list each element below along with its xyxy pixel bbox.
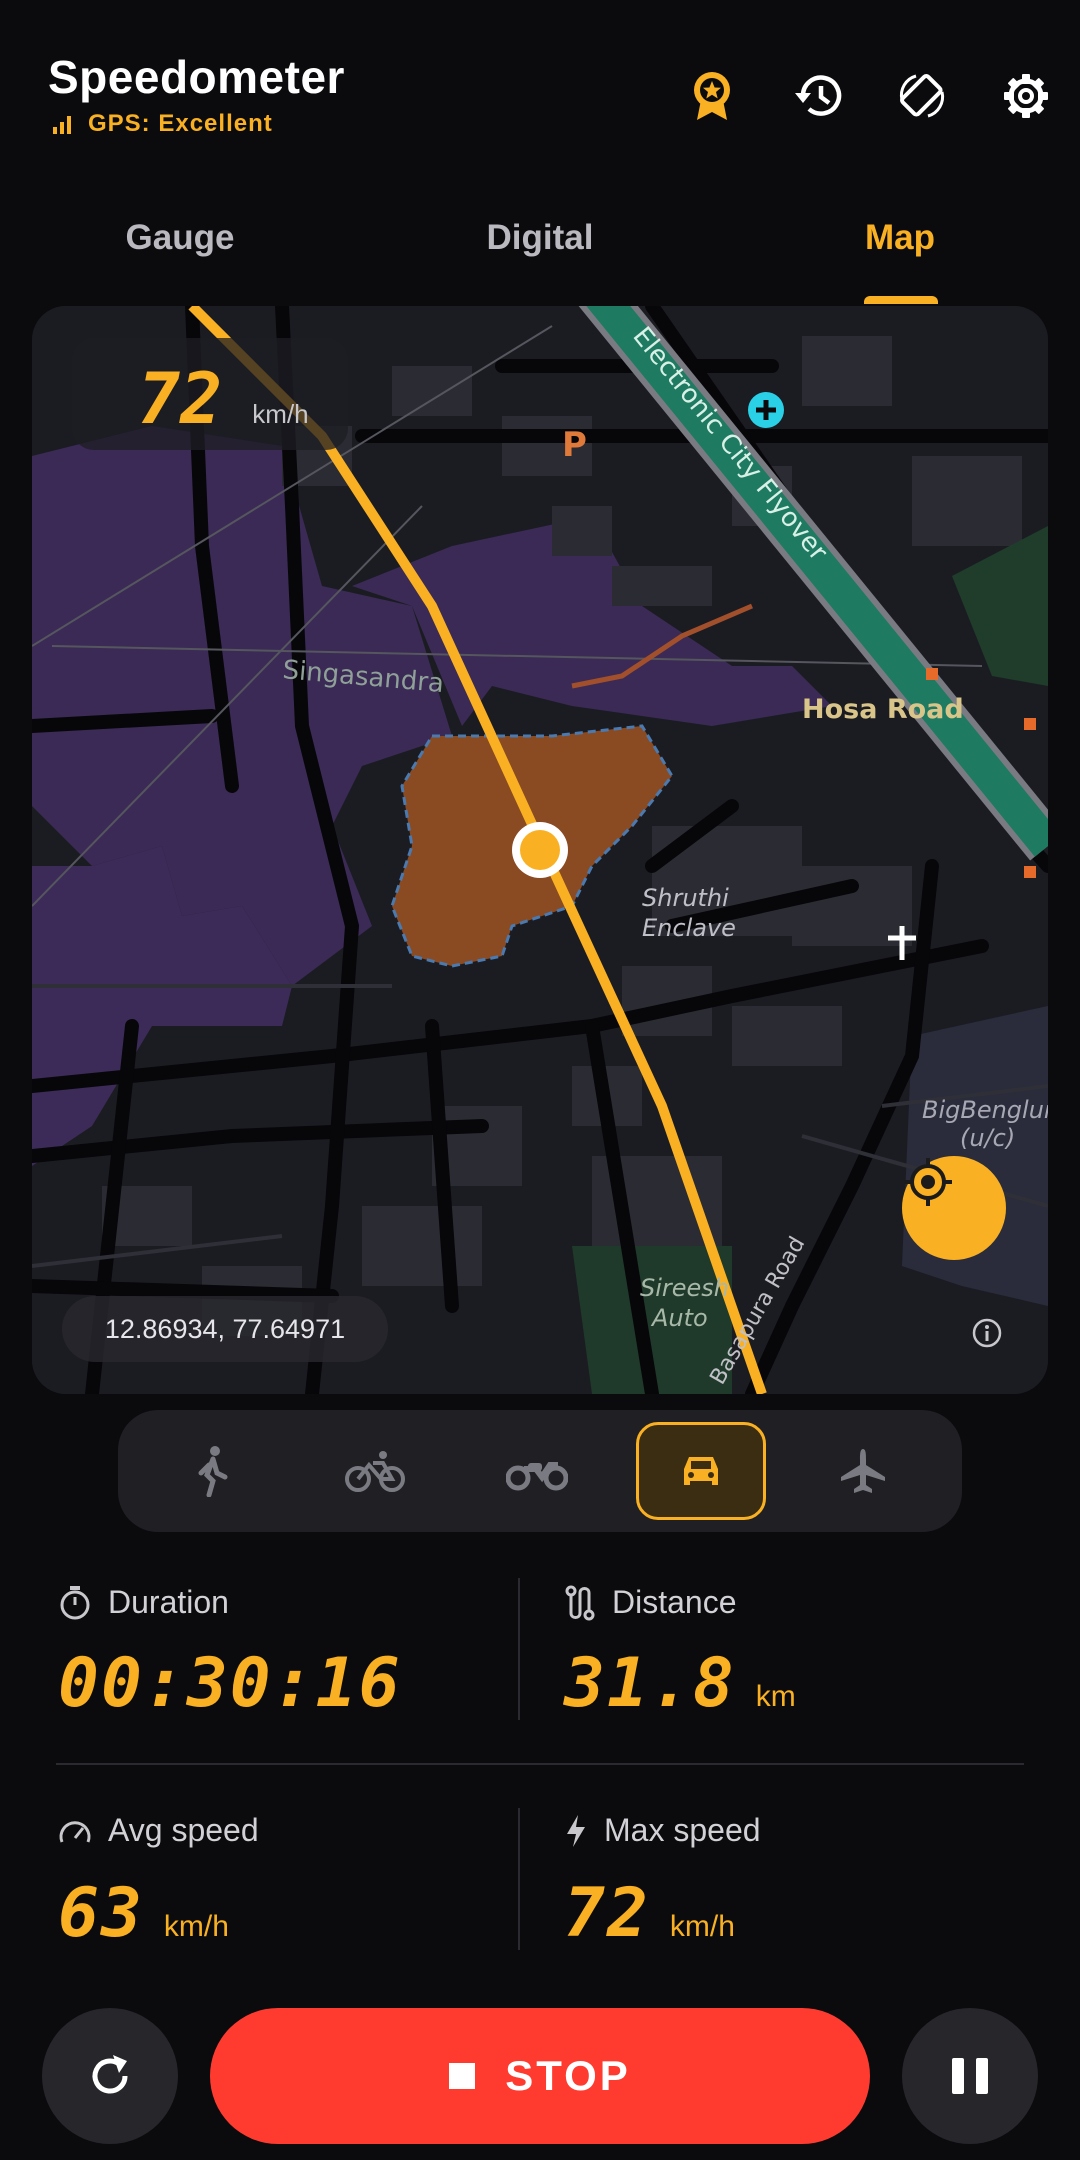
map-view[interactable]: Electronic City Flyover Singasandra Hosa…: [32, 306, 1048, 1394]
signal-bars-icon: [53, 116, 71, 134]
walk-icon: [198, 1446, 228, 1497]
tab-digital[interactable]: Digital: [360, 218, 720, 258]
distance-value-row: 31.8 km: [564, 1650, 796, 1718]
duration-stat: Duration: [58, 1584, 229, 1621]
bicycle-icon: [345, 1451, 405, 1492]
label-sireesh: Sireesh: [640, 1274, 729, 1302]
avg-speed-unit: km/h: [163, 1910, 229, 1943]
car-icon: [684, 1457, 718, 1485]
parking-icon: P: [562, 425, 587, 465]
stats-divider-bottom: [518, 1808, 520, 1950]
max-speed-label: Max speed: [604, 1812, 761, 1848]
reset-button[interactable]: [42, 2008, 178, 2144]
max-speed-stat: Max speed: [564, 1812, 761, 1849]
history-icon[interactable]: [788, 66, 848, 126]
award-icon[interactable]: [682, 66, 742, 126]
label-enclave: Enclave: [642, 914, 736, 942]
label-shruthi: Shruthi: [642, 884, 729, 912]
tab-indicator: [864, 296, 938, 304]
locate-me-button[interactable]: [902, 1156, 1006, 1260]
distance-label: Distance: [612, 1584, 737, 1620]
route-icon: [565, 1585, 595, 1620]
label-uc: (u/c): [960, 1124, 1015, 1152]
crosshair-icon: [904, 1158, 952, 1206]
gps-status: GPS: Excellent: [52, 110, 273, 138]
tab-gauge[interactable]: Gauge: [0, 218, 360, 258]
stats-divider-top: [518, 1578, 520, 1720]
label-auto: Auto: [650, 1304, 708, 1332]
screen-rotation-icon[interactable]: [892, 66, 952, 126]
mode-airplane-button[interactable]: [798, 1422, 928, 1520]
max-speed-value-row: 72 km/h: [564, 1880, 735, 1948]
transport-mode-selector: [118, 1410, 962, 1532]
duration-label-row: Duration: [58, 1584, 229, 1621]
gps-status-text: GPS: Excellent: [88, 110, 273, 137]
stop-button[interactable]: STOP: [210, 2008, 870, 2144]
stop-button-label: STOP: [505, 2052, 631, 2099]
refresh-icon: [92, 2055, 128, 2094]
mode-bicycle-button[interactable]: [310, 1422, 440, 1520]
pause-button[interactable]: [902, 2008, 1038, 2144]
map-canvas: Electronic City Flyover Singasandra Hosa…: [32, 306, 1048, 1394]
duration-label: Duration: [108, 1584, 229, 1620]
pause-icon: [952, 2058, 964, 2094]
max-speed-value: 72: [564, 1874, 650, 1953]
distance-value: 31.8: [564, 1644, 736, 1723]
airplane-icon: [841, 1449, 885, 1493]
motorcycle-icon: [506, 1462, 568, 1491]
coordinates-readout: 12.86934, 77.64971: [62, 1296, 388, 1362]
lightning-icon: [567, 1814, 585, 1847]
stopwatch-icon: [60, 1585, 90, 1619]
stop-square-icon: [449, 2063, 476, 2089]
label-bigbenglur: BigBenglur: [922, 1096, 1048, 1124]
settings-gear-icon[interactable]: [996, 66, 1056, 126]
avg-speed-stat: Avg speed: [58, 1812, 259, 1849]
map-speed-overlay: 72 km/h: [72, 338, 348, 450]
stats-divider-middle: [56, 1763, 1024, 1765]
mode-walk-button[interactable]: [148, 1422, 278, 1520]
tab-map[interactable]: Map: [720, 218, 1080, 258]
avg-speed-value-row: 63 km/h: [58, 1880, 229, 1948]
avg-speed-value: 63: [58, 1874, 144, 1953]
mode-motorcycle-button[interactable]: [472, 1422, 602, 1520]
max-speed-unit: km/h: [669, 1910, 735, 1943]
app-title: Speedometer: [48, 51, 345, 103]
map-speed-value: 72: [138, 358, 223, 440]
distance-stat: Distance: [564, 1584, 737, 1621]
distance-unit: km: [755, 1680, 796, 1713]
avg-speed-label-row: Avg speed: [58, 1812, 259, 1849]
mode-car-button[interactable]: [636, 1422, 766, 1520]
distance-label-row: Distance: [564, 1584, 737, 1621]
duration-value: 00:30:16: [58, 1644, 402, 1723]
avg-speed-label: Avg speed: [108, 1812, 259, 1848]
label-hosa-road: Hosa Road: [802, 694, 964, 725]
info-icon[interactable]: [970, 1316, 1004, 1350]
map-speed-unit: km/h: [252, 399, 309, 429]
max-speed-label-row: Max speed: [564, 1812, 761, 1849]
speedometer-icon: [59, 1820, 91, 1843]
